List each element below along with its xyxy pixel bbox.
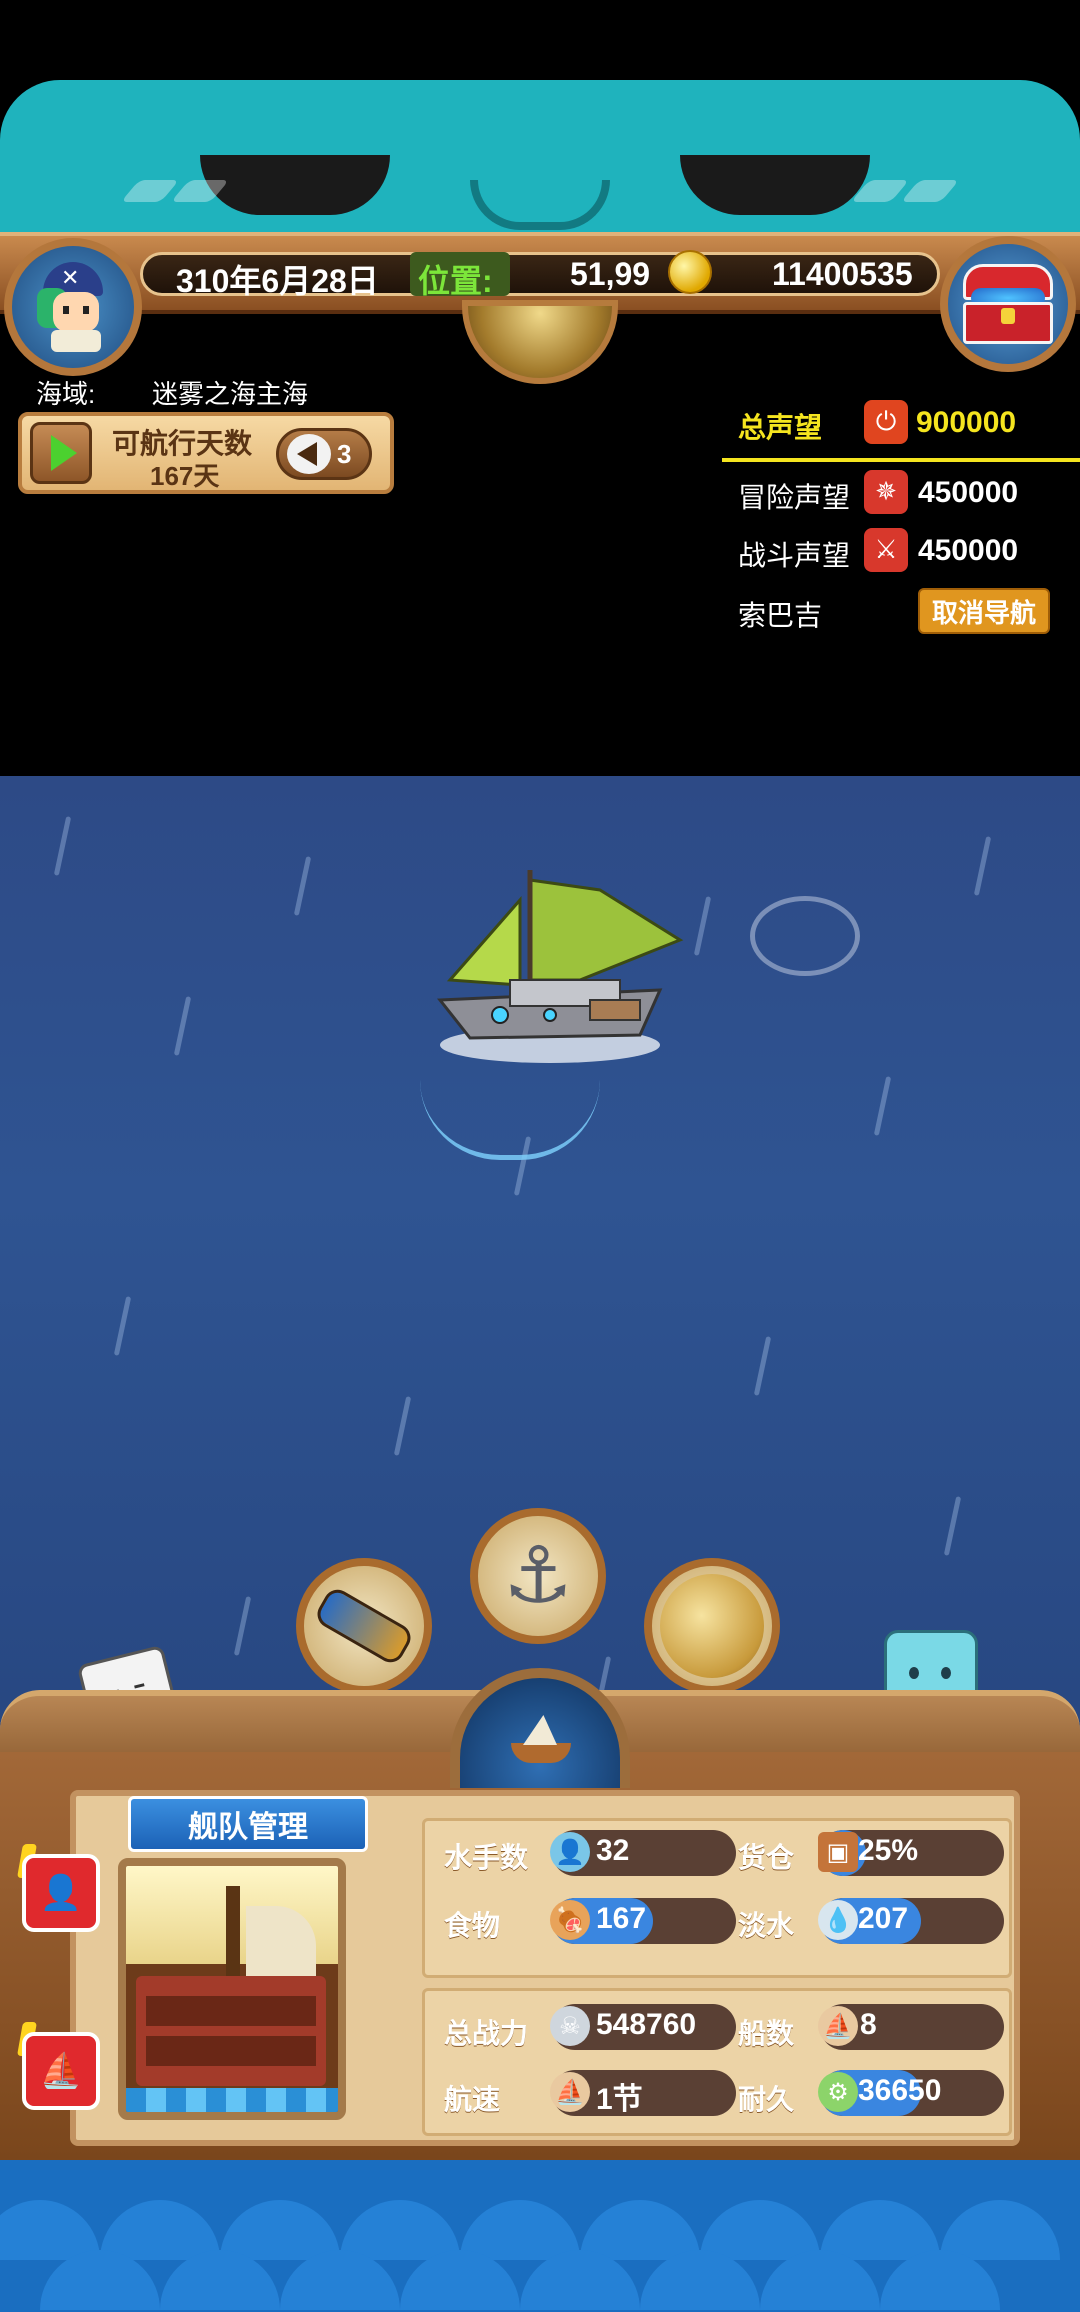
ship-wheel-icon: ✵ (864, 470, 908, 514)
world-map-button[interactable] (644, 1558, 780, 1694)
adventure-reputation-label: 冒险声望 (738, 482, 851, 513)
game-date: 310年6月28日 (176, 263, 379, 299)
sea-area-name: 迷雾之海主海 (152, 379, 309, 409)
spyglass-button[interactable] (296, 1558, 432, 1694)
ship-icon: ⛵ (39, 2051, 83, 2091)
cat-left-eye (200, 155, 390, 215)
flagship-portrait[interactable] (118, 1858, 346, 2120)
total-reputation-value: 900000 (916, 406, 1017, 439)
sail-days-value: 167天 (150, 461, 220, 491)
anchor-button[interactable]: ⚓ (470, 1508, 606, 1644)
sailors-label: 水手数 (444, 1842, 529, 1873)
power-label: 总战力 (444, 2018, 529, 2049)
speed-value: 1节 (596, 2083, 643, 2116)
sailor-icon: 👤 (39, 1873, 83, 1913)
cargo-value: 25% (858, 1834, 919, 1867)
ship-build-button[interactable]: ⛵ (22, 2032, 100, 2110)
food-label: 食物 (444, 1910, 501, 1941)
cargo-label: 货仓 (738, 1842, 795, 1873)
ships-label: 船数 (738, 2018, 795, 2049)
battle-reputation-label: 战斗声望 (738, 540, 851, 571)
cat-banner-decoration (0, 80, 1080, 240)
power-value: 548760 (596, 2008, 697, 2041)
destination-name: 索巴吉 (738, 600, 823, 631)
sailors-value: 32 (596, 1834, 630, 1867)
food-value: 167 (596, 1902, 647, 1935)
cat-mouth (470, 180, 610, 230)
reputation-divider (722, 458, 1080, 462)
player-ship[interactable] (410, 860, 690, 1070)
crate-icon: ▣ (818, 1832, 858, 1872)
player-avatar[interactable]: ✕ (4, 238, 142, 376)
position-label: 位置: (418, 263, 493, 299)
anchor-icon: ⚓ (503, 1531, 573, 1621)
water-jug-icon: 💧 (818, 1900, 858, 1940)
adventure-reputation-value: 450000 (918, 476, 1019, 509)
spyglass-icon (312, 1584, 416, 1668)
meat-icon: 🍖 (550, 1900, 590, 1940)
sail-icon: ⛵ (818, 2006, 858, 2046)
durability-value: 36650 (858, 2074, 942, 2107)
treasure-chest-icon (963, 264, 1053, 344)
ship-repair-icon: ⚙ (818, 2072, 858, 2112)
crossed-swords-icon: ⚔ (864, 528, 908, 572)
durability-label: 耐久 (738, 2084, 795, 2115)
back-count: 3 (337, 438, 352, 469)
fleet-management-title[interactable]: 舰队管理 (128, 1796, 368, 1852)
arrow-left-icon (287, 434, 331, 474)
water-label: 淡水 (738, 1910, 795, 1941)
battle-reputation-value: 450000 (918, 534, 1019, 567)
world-map-icon (660, 1574, 764, 1678)
cat-right-eye (680, 155, 870, 215)
speed-label: 航速 (444, 2084, 501, 2115)
coin-count: 11400535 (772, 256, 913, 292)
position-value: 51,99 (570, 256, 651, 292)
play-icon (51, 435, 77, 471)
water-value: 207 (858, 1902, 909, 1935)
cancel-navigation-button[interactable]: 取消导航 (918, 588, 1050, 634)
ship-helm-icon (505, 1713, 575, 1773)
skull-swords-icon: ☠ (550, 2006, 590, 2046)
globe-icon[interactable] (462, 300, 618, 384)
shield-icon: ⏻ (864, 400, 908, 444)
ships-value: 8 (860, 2008, 877, 2041)
destination-marker[interactable] (750, 896, 860, 976)
crew-button[interactable]: 👤 (22, 1854, 100, 1932)
ship-speed-icon: ⛵ (550, 2072, 590, 2112)
total-reputation-label: 总声望 (738, 412, 823, 443)
treasure-chest-button[interactable] (940, 236, 1076, 372)
gold-coin-icon (668, 250, 712, 294)
pirate-avatar-icon: ✕ (33, 262, 113, 352)
sea-area-label: 海域: (36, 379, 96, 409)
sea-footer-decoration (0, 2160, 1080, 2312)
back-button[interactable]: 3 (276, 428, 372, 480)
sailor-icon: 👤 (550, 1832, 590, 1872)
auto-sail-button[interactable] (30, 422, 92, 484)
